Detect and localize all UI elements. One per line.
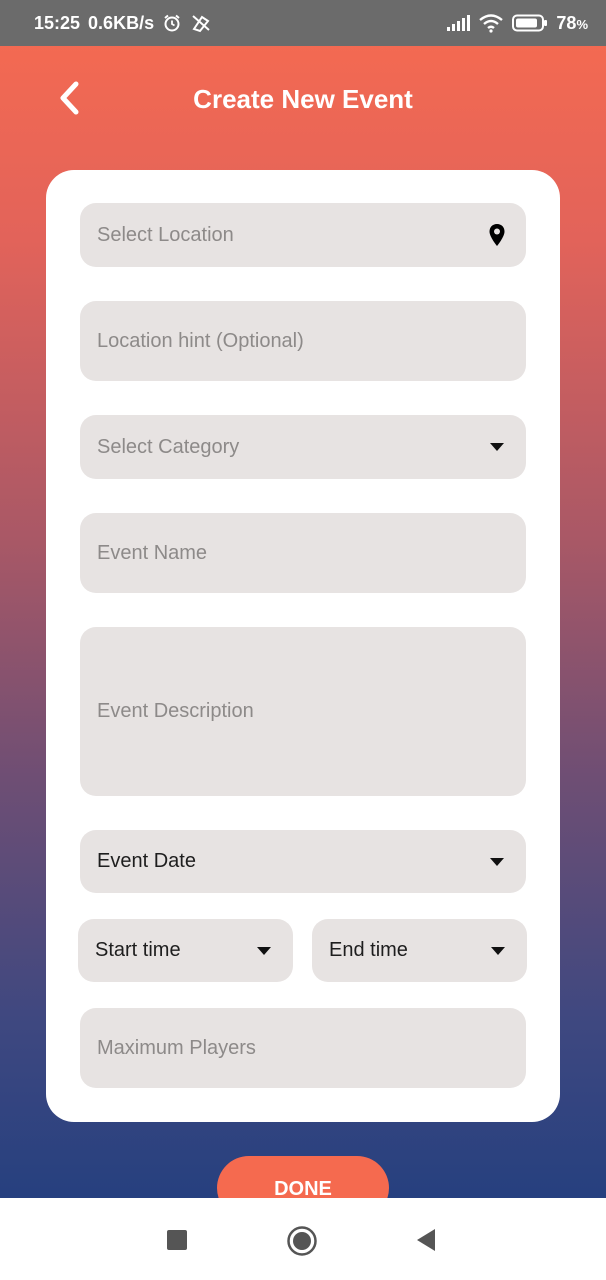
- page-title: Create New Event: [193, 84, 413, 114]
- done-button[interactable]: DONE: [217, 1156, 389, 1198]
- data-saver-icon: [190, 13, 212, 33]
- caret-down-icon: [485, 443, 509, 451]
- maximum-players-input[interactable]: Maximum Players: [80, 1008, 526, 1088]
- caret-down-icon: [485, 857, 509, 866]
- caret-down-icon: [486, 946, 510, 955]
- select-location-placeholder: Select Location: [97, 223, 234, 246]
- status-right: 78%: [446, 13, 588, 34]
- end-time-dropdown[interactable]: End time: [312, 919, 527, 982]
- alarm-icon: [162, 13, 182, 33]
- location-hint-input[interactable]: Location hint (Optional): [80, 301, 526, 381]
- battery-icon: [512, 14, 548, 32]
- event-description-placeholder: Event Description: [97, 700, 254, 722]
- caret-down-icon: [252, 946, 276, 955]
- recents-square-icon[interactable]: [166, 1229, 188, 1251]
- event-name-input[interactable]: Event Name: [80, 513, 526, 593]
- status-bar: 15:25 0.6KB/s 78%: [0, 0, 606, 46]
- top-bar: Create New Event: [0, 70, 606, 132]
- start-time-dropdown[interactable]: Start time: [78, 919, 293, 982]
- select-location-field[interactable]: Select Location: [80, 203, 526, 267]
- map-pin-icon: [485, 223, 509, 247]
- end-time-label: End time: [329, 939, 408, 961]
- signal-icon: [446, 15, 471, 31]
- battery-level: 78%: [556, 12, 588, 33]
- start-time-label: Start time: [95, 939, 181, 961]
- event-form-card: Select Location Location hint (Optional)…: [46, 170, 560, 1122]
- event-date-dropdown[interactable]: Event Date: [80, 830, 526, 893]
- maximum-players-placeholder: Maximum Players: [97, 1036, 256, 1059]
- home-circle-icon[interactable]: [286, 1225, 318, 1257]
- event-name-placeholder: Event Name: [97, 541, 208, 564]
- wifi-icon: [478, 13, 504, 33]
- system-nav-bar: [0, 1198, 606, 1280]
- select-category-dropdown[interactable]: Select Category: [80, 415, 526, 479]
- app-screen: 15:25 0.6KB/s 78% Create New Event Selec…: [0, 0, 606, 1198]
- status-time: 15:25: [34, 12, 81, 33]
- select-category-placeholder: Select Category: [97, 435, 240, 458]
- event-description-input[interactable]: Event Description: [80, 627, 526, 796]
- event-date-label: Event Date: [97, 850, 196, 872]
- status-left: 15:25 0.6KB/s: [34, 13, 212, 34]
- location-hint-placeholder: Location hint (Optional): [97, 329, 304, 352]
- back-triangle-icon[interactable]: [414, 1228, 438, 1252]
- status-net-speed: 0.6KB/s: [88, 12, 155, 33]
